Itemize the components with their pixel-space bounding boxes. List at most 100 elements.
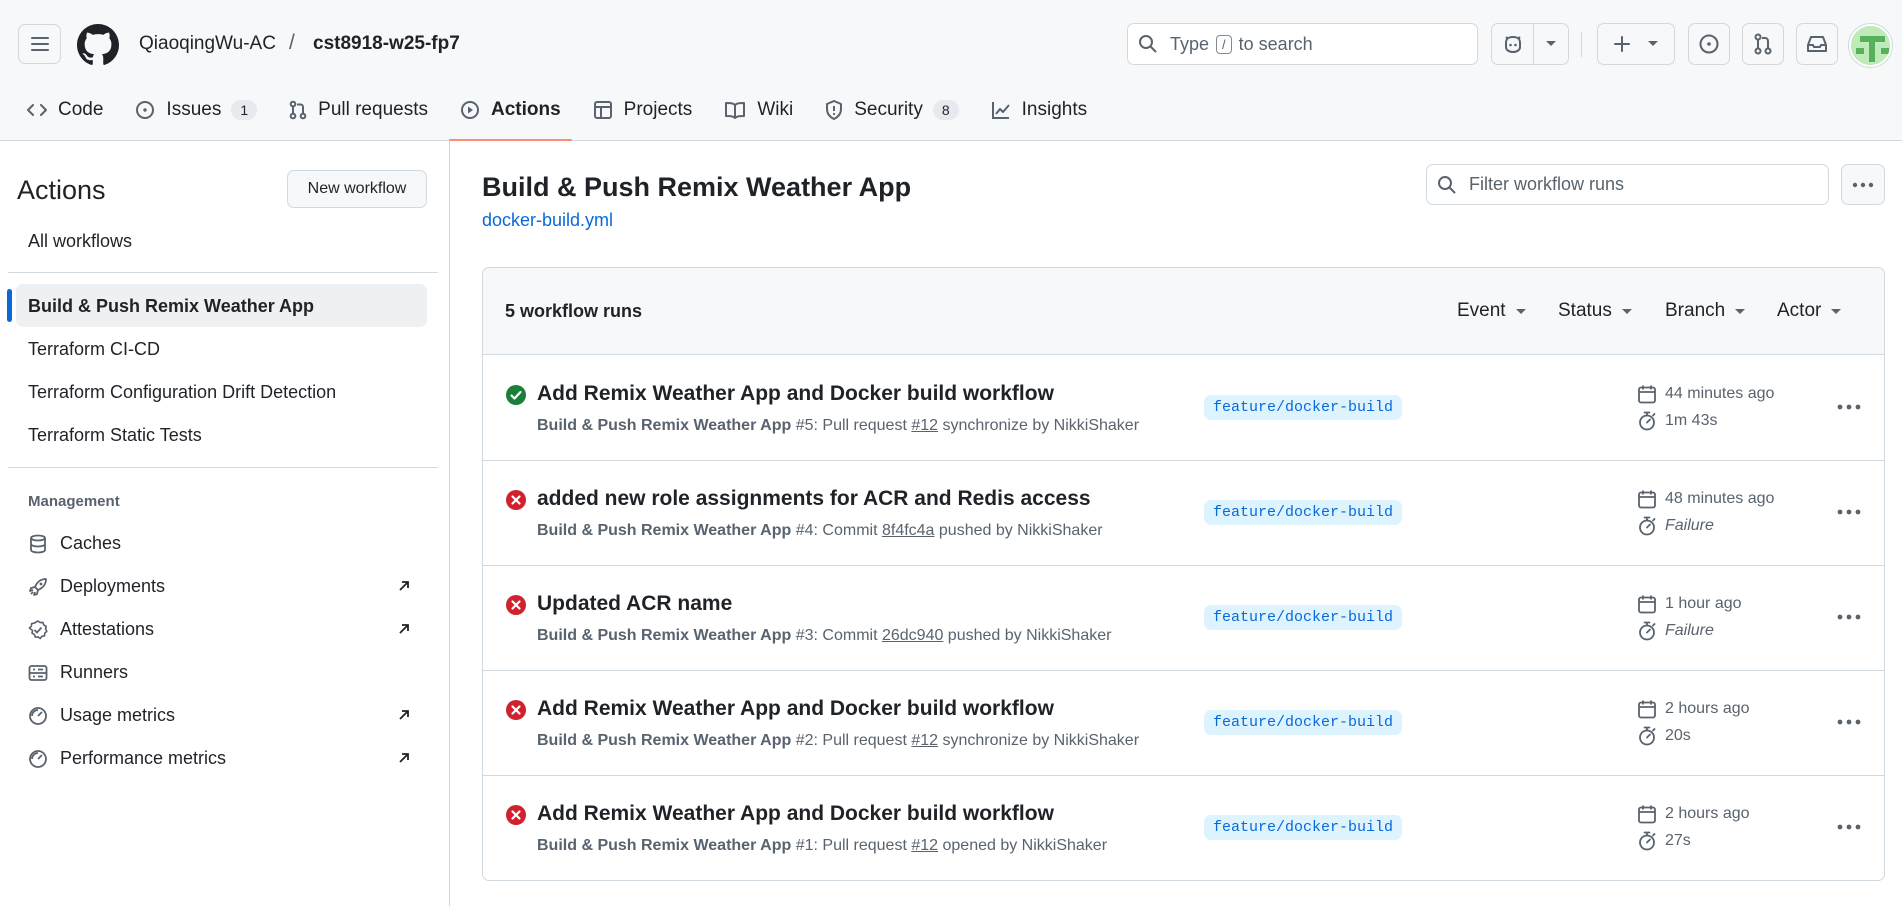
sidebar-item-workflow-build-push[interactable]: Build & Push Remix Weather App <box>28 296 314 317</box>
run-title-link[interactable]: Updated ACR name <box>537 592 732 616</box>
create-new-button[interactable] <box>1597 23 1675 65</box>
branch-label[interactable]: feature/docker-build <box>1204 815 1403 840</box>
calendar-icon <box>1638 805 1656 824</box>
tab-projects[interactable]: Projects <box>582 90 704 130</box>
run-more-options-button[interactable] <box>1831 602 1867 632</box>
tab-security[interactable]: Security 8 <box>814 90 969 130</box>
run-details: Build & Push Remix Weather App #2: Pull … <box>537 732 1139 750</box>
tab-label: Pull requests <box>318 99 428 120</box>
branch-label[interactable]: feature/docker-build <box>1204 395 1403 420</box>
run-ref-link[interactable]: #12 <box>911 732 938 749</box>
stopwatch-icon <box>1639 516 1656 536</box>
run-title-link[interactable]: Add Remix Weather App and Docker build w… <box>537 802 1054 826</box>
x-circle-fill-icon <box>505 489 527 511</box>
sidebar-item-all-workflows[interactable]: All workflows <box>28 231 132 252</box>
sidebar-item-deployments[interactable]: Deployments <box>28 576 165 597</box>
run-workflow-name: Build & Push Remix Weather App <box>537 522 792 539</box>
inbox-icon <box>1807 36 1827 52</box>
pull-requests-button[interactable] <box>1742 23 1784 65</box>
search-input[interactable]: Type / to search <box>1127 23 1478 65</box>
kebab-horizontal-icon <box>1852 182 1874 187</box>
event-filter-dropdown[interactable]: Event <box>1457 300 1527 322</box>
workflow-file-link[interactable]: docker-build.yml <box>482 210 613 231</box>
new-workflow-button[interactable]: New workflow <box>287 170 427 208</box>
x-circle-fill-icon <box>505 804 527 826</box>
verified-icon <box>28 619 48 639</box>
tab-insights[interactable]: Insights <box>980 90 1098 130</box>
x-circle-fill-icon <box>505 699 527 721</box>
filter-workflow-runs-input[interactable]: Filter workflow runs <box>1426 164 1829 205</box>
run-ref-link[interactable]: #12 <box>911 417 938 434</box>
tab-code[interactable]: Code <box>16 90 114 130</box>
run-title-link[interactable]: Add Remix Weather App and Docker build w… <box>537 697 1054 721</box>
graph-icon <box>991 102 1010 119</box>
github-logo-icon[interactable] <box>77 24 119 66</box>
menu-button[interactable] <box>18 24 61 64</box>
workflow-run-row[interactable]: Add Remix Weather App and Docker build w… <box>483 776 1884 880</box>
run-time: 2 hours ago <box>1665 700 1750 717</box>
run-duration: Failure <box>1637 516 1714 536</box>
sidebar-item-runners[interactable]: Runners <box>28 662 128 683</box>
chevron-down-icon <box>1546 41 1556 46</box>
run-more-options-button[interactable] <box>1831 707 1867 737</box>
branch-label[interactable]: feature/docker-build <box>1204 710 1403 735</box>
tab-issues[interactable]: Issues 1 <box>124 90 268 130</box>
inbox-button[interactable] <box>1796 23 1838 65</box>
run-more-options-button[interactable] <box>1831 392 1867 422</box>
status-filter-dropdown[interactable]: Status <box>1558 300 1633 322</box>
kebab-horizontal-icon <box>1837 404 1861 410</box>
workflow-run-row[interactable]: Updated ACR name Build & Push Remix Weath… <box>483 566 1884 671</box>
issue-icon <box>136 101 155 119</box>
run-title-link[interactable]: added new role assignments for ACR and R… <box>537 487 1091 511</box>
tab-pull-requests[interactable]: Pull requests <box>278 90 439 130</box>
runs-count: 5 workflow runs <box>505 301 643 321</box>
run-details: Build & Push Remix Weather App #1: Pull … <box>537 837 1107 855</box>
tab-actions[interactable]: Actions <box>448 90 572 141</box>
workflow-run-row[interactable]: Add Remix Weather App and Docker build w… <box>483 356 1884 461</box>
sidebar-item-label: Caches <box>60 533 122 553</box>
sidebar-item-workflow-static-tests[interactable]: Terraform Static Tests <box>28 425 202 446</box>
sidebar-item-caches[interactable]: Caches <box>28 533 121 554</box>
check-circle-fill-icon <box>505 384 527 406</box>
repo-name-link[interactable]: cst8918-w25-fp7 <box>313 33 460 55</box>
copilot-button[interactable] <box>1491 23 1569 65</box>
stopwatch-icon <box>1639 726 1656 746</box>
repo-owner-link[interactable]: QiaoqingWu-AC <box>139 33 276 55</box>
sidebar-item-performance-metrics[interactable]: Performance metrics <box>28 748 226 769</box>
workflow-more-options-button[interactable] <box>1841 164 1885 205</box>
filter-label: Status <box>1558 300 1612 321</box>
chevron-down-icon <box>1831 308 1842 314</box>
issues-button[interactable] <box>1688 23 1730 65</box>
workflow-run-row[interactable]: added new role assignments for ACR and R… <box>483 461 1884 566</box>
run-ref-link[interactable]: 26dc940 <box>882 627 943 644</box>
run-title-link[interactable]: Add Remix Weather App and Docker build w… <box>537 382 1054 406</box>
run-ref-link[interactable]: 8f4fc4a <box>882 522 934 539</box>
tab-label: Insights <box>1021 99 1088 120</box>
sidebar-item-usage-metrics[interactable]: Usage metrics <box>28 705 175 726</box>
sidebar-item-workflow-terraform-cicd[interactable]: Terraform CI-CD <box>28 339 160 360</box>
actor-filter-dropdown[interactable]: Actor <box>1777 300 1842 322</box>
actions-sidebar <box>0 141 450 906</box>
run-ref-link[interactable]: #12 <box>911 837 938 854</box>
tab-wiki[interactable]: Wiki <box>713 90 804 130</box>
run-event-suffix: synchronize by NikkiShaker <box>938 732 1140 749</box>
run-more-options-button[interactable] <box>1831 497 1867 527</box>
run-duration-value: 1m 43s <box>1665 412 1718 429</box>
issues-count-badge: 1 <box>231 100 258 120</box>
stopwatch-icon <box>1639 831 1656 851</box>
calendar-icon <box>1638 595 1656 614</box>
user-avatar[interactable] <box>1849 24 1892 67</box>
calendar-icon <box>1638 490 1656 509</box>
database-icon <box>30 534 46 553</box>
branch-filter-dropdown[interactable]: Branch <box>1665 300 1746 322</box>
branch-label[interactable]: feature/docker-build <box>1204 605 1403 630</box>
run-event-prefix: : Commit <box>813 522 882 539</box>
tab-label: Actions <box>490 99 561 120</box>
run-more-options-button[interactable] <box>1831 812 1867 842</box>
branch-label[interactable]: feature/docker-build <box>1204 500 1403 525</box>
kebab-horizontal-icon <box>1837 509 1861 515</box>
workflow-run-row[interactable]: Add Remix Weather App and Docker build w… <box>483 671 1884 776</box>
sidebar-item-workflow-drift-detection[interactable]: Terraform Configuration Drift Detection <box>28 382 336 403</box>
sidebar-item-attestations[interactable]: Attestations <box>28 619 154 640</box>
run-event-suffix: opened by NikkiShaker <box>938 837 1108 854</box>
